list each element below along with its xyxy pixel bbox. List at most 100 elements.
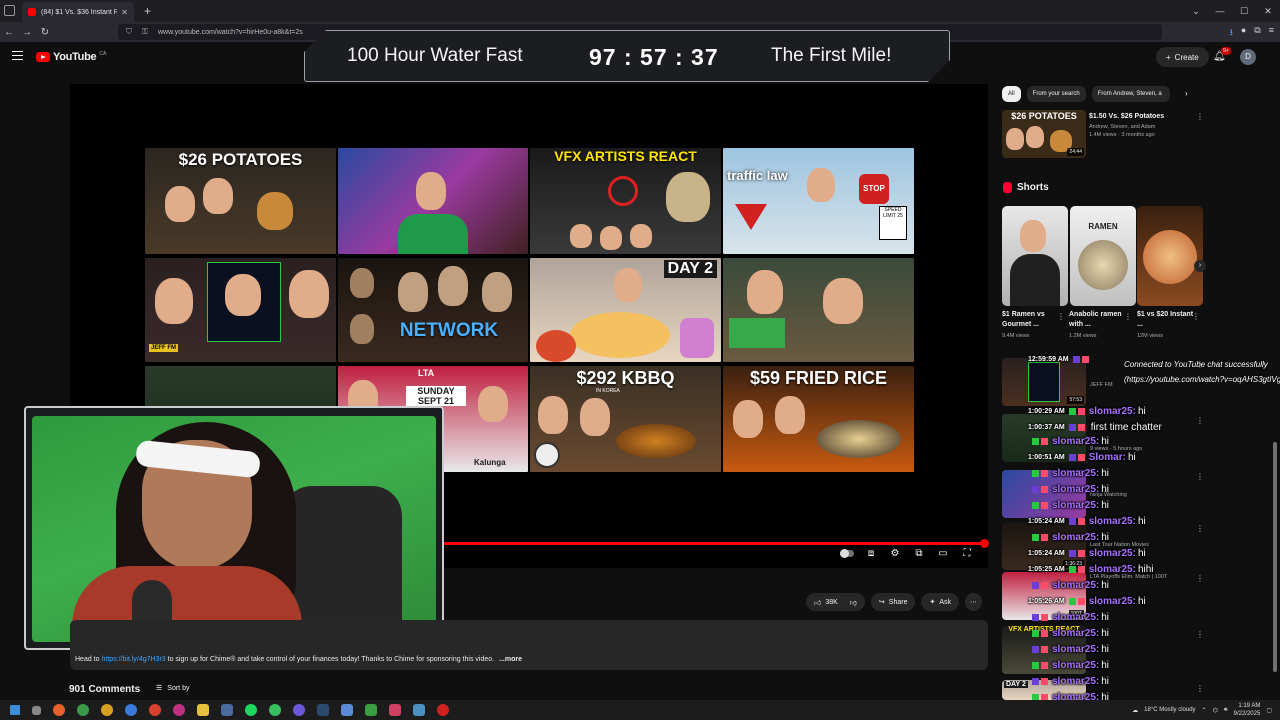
show-more-button[interactable]: ...more bbox=[499, 656, 522, 663]
endscreen-video[interactable]: DAY 2 bbox=[530, 258, 721, 362]
miniplayer-icon[interactable]: ⧉ bbox=[912, 548, 926, 559]
new-tab-icon[interactable]: + bbox=[144, 4, 151, 18]
folder-icon[interactable] bbox=[197, 704, 209, 716]
chat-username[interactable]: slomar25: bbox=[1052, 468, 1099, 479]
endscreen-video[interactable]: $26 POTATOES bbox=[145, 148, 336, 254]
description-box[interactable]: Head to https://bit.ly/4g7H3r3 to sign u… bbox=[70, 620, 988, 670]
video-title[interactable]: $1.50 Vs. $26 Potatoes bbox=[1089, 113, 1164, 120]
menu-icon[interactable]: ≡ bbox=[1269, 25, 1274, 41]
taskbar-clock[interactable]: 1:19 AM 9/22/2025 bbox=[1234, 702, 1261, 718]
endscreen-video[interactable]: traffic law STOP SPEED LIMIT 25 bbox=[723, 148, 914, 254]
scrollbar-thumb[interactable] bbox=[1273, 442, 1277, 672]
chat-username[interactable]: slomar25: bbox=[1089, 516, 1136, 527]
video-thumbnail[interactable]: $26 POTATOES 24:44 bbox=[1002, 110, 1086, 158]
network-icon[interactable]: ⌬ bbox=[1213, 707, 1218, 714]
chat-username[interactable]: slomar25: bbox=[1052, 660, 1099, 671]
endscreen-video[interactable]: $292 KBBQ IN KOREA bbox=[530, 366, 721, 472]
maximize-icon[interactable]: ☐ bbox=[1232, 6, 1256, 17]
reload-icon[interactable]: ↻ bbox=[36, 27, 54, 38]
endscreen-video[interactable] bbox=[723, 258, 914, 362]
short-title[interactable]: Anabolic ramen with ... bbox=[1069, 310, 1129, 330]
more-actions-button[interactable]: ⋯ bbox=[965, 593, 983, 611]
app-icon[interactable] bbox=[269, 704, 281, 716]
app-icon[interactable] bbox=[365, 704, 377, 716]
short-title[interactable]: $1 Ramen vs Gourmet ... bbox=[1002, 310, 1062, 330]
app-icon[interactable] bbox=[341, 704, 353, 716]
browser-tab[interactable]: (84) $1 Vs. $36 Instant Ramen ... ✕ bbox=[22, 2, 134, 22]
chat-username[interactable]: slomar25: bbox=[1052, 612, 1099, 623]
theater-mode-icon[interactable]: ▭ bbox=[936, 548, 950, 559]
endscreen-video[interactable]: NETWORK bbox=[338, 258, 528, 362]
chevron-right-icon[interactable]: › bbox=[1194, 260, 1206, 272]
chip-from-your-search[interactable]: From your search bbox=[1026, 86, 1086, 102]
endscreen-video[interactable]: JEFF FM bbox=[145, 258, 336, 362]
channel-name[interactable]: Andrew, Steven, and Adam bbox=[1089, 124, 1155, 130]
page-scrollbar[interactable] bbox=[1272, 42, 1278, 702]
short-title[interactable]: $1 vs $20 Instant ... bbox=[1137, 310, 1197, 330]
chat-username[interactable]: slomar25: bbox=[1052, 532, 1099, 543]
app-icon[interactable] bbox=[293, 704, 305, 716]
chrome-icon[interactable] bbox=[77, 704, 89, 716]
chat-username[interactable]: slomar25: bbox=[1052, 436, 1099, 447]
chat-username[interactable]: slomar25: bbox=[1052, 644, 1099, 655]
more-vertical-icon[interactable]: ⋮ bbox=[1124, 312, 1132, 321]
subtitles-icon[interactable]: ⧈ bbox=[864, 548, 878, 559]
obs-icon[interactable] bbox=[437, 704, 449, 716]
sort-comments-button[interactable]: ☰ Sort by bbox=[156, 684, 189, 693]
minimize-icon[interactable]: — bbox=[1208, 6, 1232, 16]
more-vertical-icon[interactable]: ⋮ bbox=[1196, 112, 1204, 121]
ask-button[interactable]: ✦ Ask bbox=[921, 593, 960, 611]
tab-list-icon[interactable]: ⌄ bbox=[1184, 6, 1208, 17]
settings-gear-icon[interactable]: ⚙ bbox=[888, 548, 902, 559]
more-vertical-icon[interactable]: ⋮ bbox=[1192, 312, 1200, 321]
share-button[interactable]: ↪ Share bbox=[870, 593, 916, 611]
chevron-right-icon[interactable]: › bbox=[1185, 89, 1188, 98]
chat-username[interactable]: slomar25: bbox=[1052, 500, 1099, 511]
account-icon[interactable]: ● bbox=[1241, 25, 1246, 41]
app-icon[interactable] bbox=[389, 704, 401, 716]
volume-icon[interactable]: 🔊︎ bbox=[1224, 707, 1228, 714]
weather-text[interactable]: 18°C Mostly cloudy bbox=[1144, 707, 1195, 713]
weather-icon[interactable]: ☁ bbox=[1132, 707, 1138, 714]
chrome-icon[interactable] bbox=[101, 704, 113, 716]
endscreen-video[interactable]: $59 FRIED RICE bbox=[723, 366, 914, 472]
chat-username[interactable]: Slomar: bbox=[1089, 452, 1126, 463]
firefox-icon[interactable] bbox=[53, 704, 65, 716]
close-window-icon[interactable]: ✕ bbox=[1256, 6, 1280, 17]
notifications-icon[interactable]: ▢ bbox=[1266, 707, 1272, 714]
more-vertical-icon[interactable]: ⋮ bbox=[1057, 312, 1065, 321]
shield-icon[interactable]: ⛉ bbox=[126, 27, 136, 37]
endscreen-video[interactable] bbox=[338, 148, 528, 254]
app-icon[interactable] bbox=[221, 704, 233, 716]
short-video[interactable] bbox=[1137, 206, 1203, 306]
short-video[interactable] bbox=[1002, 206, 1068, 306]
chat-username[interactable]: slomar25: bbox=[1089, 596, 1136, 607]
chip-all[interactable]: All bbox=[1002, 86, 1021, 102]
endscreen-video[interactable]: VFX ARTISTS REACT bbox=[530, 148, 721, 254]
windows-start-icon[interactable] bbox=[10, 705, 20, 715]
thumbs-down-icon[interactable]: 👎︎ bbox=[850, 598, 857, 607]
recommended-video[interactable]: $26 POTATOES 24:44 $1.50 Vs. $26 Potatoe… bbox=[1002, 110, 1204, 158]
chat-username[interactable]: slomar25: bbox=[1089, 548, 1136, 559]
chip-from-channel[interactable]: From Andrew, Steven, a bbox=[1091, 86, 1170, 102]
search-icon[interactable] bbox=[32, 705, 41, 715]
steam-icon[interactable] bbox=[317, 704, 329, 716]
avatar[interactable]: D bbox=[1240, 49, 1256, 65]
chat-username[interactable]: slomar25: bbox=[1052, 628, 1099, 639]
fullscreen-icon[interactable]: ⛶ bbox=[960, 548, 974, 559]
extensions-icon[interactable]: ⧉ bbox=[1254, 25, 1260, 41]
spotify-icon[interactable] bbox=[245, 704, 257, 716]
description-link[interactable]: https://bit.ly/4g7H3r3 bbox=[101, 656, 165, 663]
chrome-icon[interactable] bbox=[125, 704, 137, 716]
chat-username[interactable]: slomar25: bbox=[1089, 564, 1136, 575]
chat-username[interactable]: slomar25: bbox=[1089, 406, 1136, 417]
youtube-logo[interactable]: YouTube CA bbox=[36, 51, 106, 63]
sidebar-toggle-icon[interactable] bbox=[4, 5, 15, 16]
back-icon[interactable]: ← bbox=[0, 27, 18, 38]
short-video[interactable]: RAMEN bbox=[1070, 206, 1136, 306]
forward-icon[interactable]: → bbox=[18, 27, 36, 38]
chevron-up-icon[interactable]: ⌃ bbox=[1202, 707, 1207, 714]
create-button[interactable]: + Create bbox=[1156, 47, 1209, 67]
app-icon[interactable] bbox=[413, 704, 425, 716]
chat-username[interactable]: slomar25: bbox=[1052, 580, 1099, 591]
